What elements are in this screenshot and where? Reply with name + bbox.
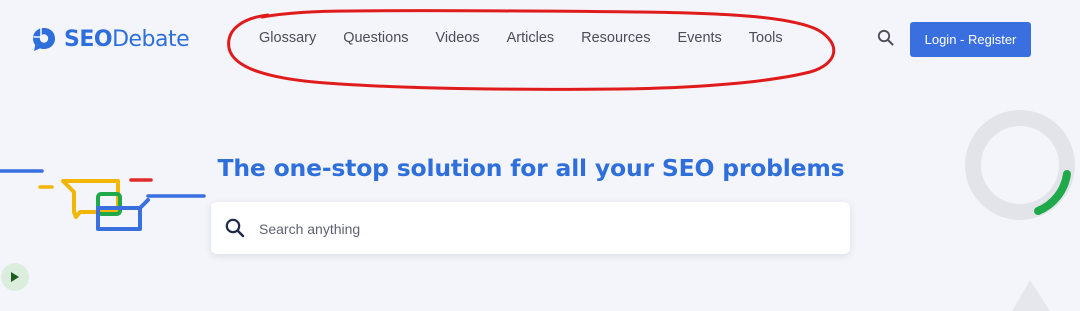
page: SEODebate Glossary Questions Videos Arti…	[0, 0, 1080, 311]
logo-text-regular: Debate	[112, 26, 190, 52]
nav-item-tools[interactable]: Tools	[749, 30, 783, 46]
search-input-icon	[225, 218, 245, 238]
nav-item-videos[interactable]: Videos	[436, 30, 480, 46]
search-icon[interactable]	[876, 28, 896, 48]
nav-item-articles[interactable]: Articles	[507, 30, 555, 46]
nav-item-questions[interactable]: Questions	[343, 30, 408, 46]
nav-item-glossary[interactable]: Glossary	[259, 30, 316, 46]
play-icon[interactable]	[0, 262, 30, 292]
logo-text: SEODebate	[64, 26, 190, 52]
main-nav: Glossary Questions Videos Articles Resou…	[259, 30, 783, 46]
site-logo-link[interactable]: SEODebate	[30, 25, 190, 53]
login-register-button[interactable]: Login - Register	[910, 22, 1031, 57]
nav-item-events[interactable]: Events	[677, 30, 721, 46]
decorative-speech-bubbles-illustration	[0, 169, 206, 231]
nav-item-resources[interactable]: Resources	[581, 30, 650, 46]
logo-speech-bubble-icon	[33, 28, 55, 51]
decorative-ring-illustration	[965, 110, 1075, 311]
search-input[interactable]	[257, 215, 821, 243]
logo-text-bold: SEO	[64, 26, 113, 52]
site-header: SEODebate Glossary Questions Videos Arti…	[0, 0, 1080, 80]
search-box[interactable]	[211, 202, 850, 254]
